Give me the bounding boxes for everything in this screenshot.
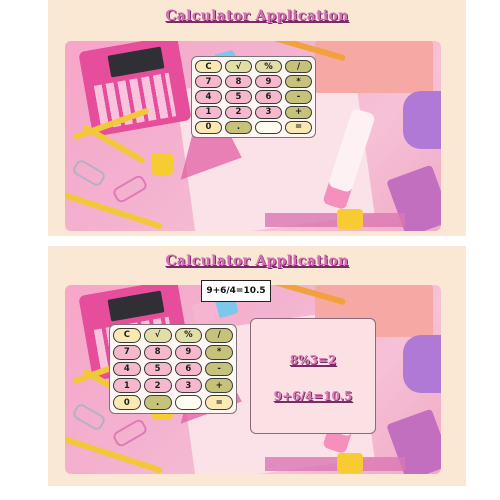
key-button[interactable]: % bbox=[174, 328, 203, 343]
key-button[interactable] bbox=[174, 395, 203, 410]
keypad: C √%/ 7 8 9 * 4 5 6- 1 2 3 +0. = bbox=[109, 324, 237, 414]
key-button[interactable]: * bbox=[205, 344, 233, 360]
tape-dispenser-decoration bbox=[403, 335, 441, 393]
key-button[interactable]: 7 bbox=[195, 75, 222, 89]
key-button[interactable]: % bbox=[255, 60, 282, 74]
key-button[interactable]: 4 bbox=[195, 90, 222, 104]
key-button[interactable]: + bbox=[285, 105, 312, 119]
key-button[interactable]: = bbox=[205, 395, 233, 410]
key-button[interactable]: 1 bbox=[195, 105, 222, 119]
key-button[interactable]: 2 bbox=[225, 105, 252, 119]
keypad: C √%/ 7 8 9 * 4 5 6- 1 2 3 +0. = bbox=[191, 56, 316, 138]
key-button[interactable]: 0 bbox=[195, 120, 222, 134]
history-entry[interactable]: 8%3=2 bbox=[251, 353, 375, 367]
sharpener-decoration bbox=[151, 153, 173, 175]
binder-clip-decoration bbox=[71, 158, 107, 188]
history-panel: 8%3=2 9+6/4=10.5 bbox=[250, 318, 376, 434]
key-button[interactable]: √ bbox=[225, 60, 252, 74]
binder-clip-decoration bbox=[71, 402, 107, 432]
key-button[interactable]: . bbox=[143, 395, 172, 410]
key-button[interactable]: 1 bbox=[113, 378, 141, 394]
key-button[interactable]: / bbox=[285, 60, 312, 74]
key-button[interactable]: 8 bbox=[225, 75, 252, 89]
notebook-decoration bbox=[315, 41, 433, 93]
key-button[interactable]: C bbox=[195, 60, 222, 74]
key-button[interactable]: 0 bbox=[113, 395, 141, 410]
tape-dispenser-decoration bbox=[403, 91, 441, 149]
key-button[interactable]: - bbox=[285, 90, 312, 104]
pink-clip-decoration bbox=[111, 417, 149, 449]
key-button[interactable]: 2 bbox=[143, 378, 172, 394]
app-title: Calculator Application bbox=[165, 8, 349, 24]
sticky-note-decoration bbox=[337, 209, 363, 229]
pink-clip-decoration bbox=[111, 173, 149, 205]
key-button[interactable]: √ bbox=[143, 328, 172, 343]
key-button[interactable]: 4 bbox=[113, 361, 141, 377]
key-button[interactable]: C bbox=[113, 328, 141, 343]
key-button[interactable]: * bbox=[285, 75, 312, 89]
result-display: 9+6/4=10.5 bbox=[201, 280, 271, 302]
key-button[interactable]: 3 bbox=[255, 105, 282, 119]
ruler-decoration bbox=[265, 457, 405, 471]
key-button[interactable]: 8 bbox=[143, 344, 172, 360]
calculator-screen-result: Calculator Application 9+6/4=10.5 C √%/7 8… bbox=[48, 246, 466, 486]
key-button[interactable]: 9 bbox=[255, 75, 282, 89]
key-button[interactable]: 6 bbox=[255, 90, 282, 104]
calculator-screen-initial: Calculator Application C √%/ 7 8 9 * 4 5 6- 1 2 3 +0… bbox=[48, 0, 466, 236]
sticky-note-decoration bbox=[337, 453, 363, 473]
key-button[interactable]: 6 bbox=[174, 361, 203, 377]
key-button[interactable]: / bbox=[205, 328, 233, 343]
ruler-decoration bbox=[265, 213, 405, 227]
key-button[interactable]: 7 bbox=[113, 344, 141, 360]
key-button[interactable]: + bbox=[205, 378, 233, 394]
key-button[interactable]: = bbox=[285, 120, 312, 134]
history-entry[interactable]: 9+6/4=10.5 bbox=[251, 389, 375, 403]
key-button[interactable]: 5 bbox=[143, 361, 172, 377]
key-button[interactable]: 9 bbox=[174, 344, 203, 360]
key-button[interactable] bbox=[255, 120, 282, 134]
app-title: Calculator Application bbox=[165, 253, 349, 269]
key-button[interactable]: 5 bbox=[225, 90, 252, 104]
key-button[interactable]: 3 bbox=[174, 378, 203, 394]
key-button[interactable]: . bbox=[225, 120, 252, 134]
key-button[interactable]: - bbox=[205, 361, 233, 377]
